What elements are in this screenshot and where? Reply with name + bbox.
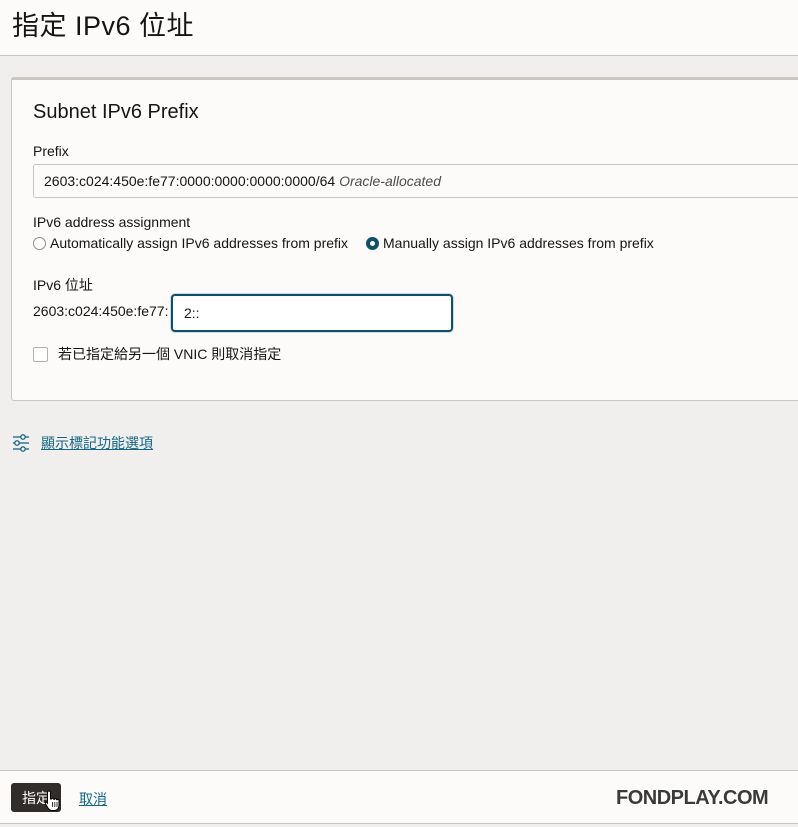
- prefix-value: 2603:c024:450e:fe77:0000:0000:0000:0000/…: [44, 173, 336, 189]
- page-title: 指定 IPv6 位址: [12, 11, 195, 41]
- show-tagging-link[interactable]: 顯示標記功能選項: [41, 433, 153, 453]
- hand-cursor-icon: [44, 790, 60, 811]
- show-tagging-options[interactable]: 顯示標記功能選項: [12, 433, 153, 453]
- page-header: 指定 IPv6 位址: [0, 0, 798, 56]
- subnet-ipv6-prefix-panel: Subnet IPv6 Prefix Prefix 2603:c024:450e…: [11, 77, 798, 401]
- prefix-label: Prefix: [33, 143, 69, 159]
- assignment-label: IPv6 address assignment: [33, 214, 191, 230]
- unassign-checkbox-row[interactable]: 若已指定給另一個 VNIC 則取消指定: [33, 344, 281, 364]
- cancel-link[interactable]: 取消: [79, 789, 107, 809]
- unassign-checkbox[interactable]: [33, 346, 48, 362]
- radio-manual[interactable]: [366, 236, 380, 250]
- radio-auto-option[interactable]: Automatically assign IPv6 addresses from…: [33, 235, 348, 251]
- watermark: FONDPLAY.COM: [616, 787, 769, 809]
- assignment-radio-group: Automatically assign IPv6 addresses from…: [33, 235, 672, 251]
- prefix-field: 2603:c024:450e:fe77:0000:0000:0000:0000/…: [33, 164, 798, 198]
- panel-title: Subnet IPv6 Prefix: [33, 101, 199, 123]
- radio-manual-label: Manually assign IPv6 addresses from pref…: [383, 235, 654, 251]
- sliders-icon: [13, 434, 29, 452]
- radio-auto[interactable]: [33, 236, 46, 250]
- radio-auto-label: Automatically assign IPv6 addresses from…: [50, 235, 349, 251]
- ipv6-address-input[interactable]: 2::: [171, 294, 453, 332]
- ipv6-prefix-text: 2603:c024:450e:fe77:: [33, 303, 169, 319]
- ipv6-label: IPv6 位址: [33, 277, 93, 293]
- radio-manual-option[interactable]: Manually assign IPv6 addresses from pref…: [366, 235, 654, 251]
- unassign-label: 若已指定給另一個 VNIC 則取消指定: [58, 346, 282, 362]
- prefix-note: Oracle-allocated: [339, 173, 441, 189]
